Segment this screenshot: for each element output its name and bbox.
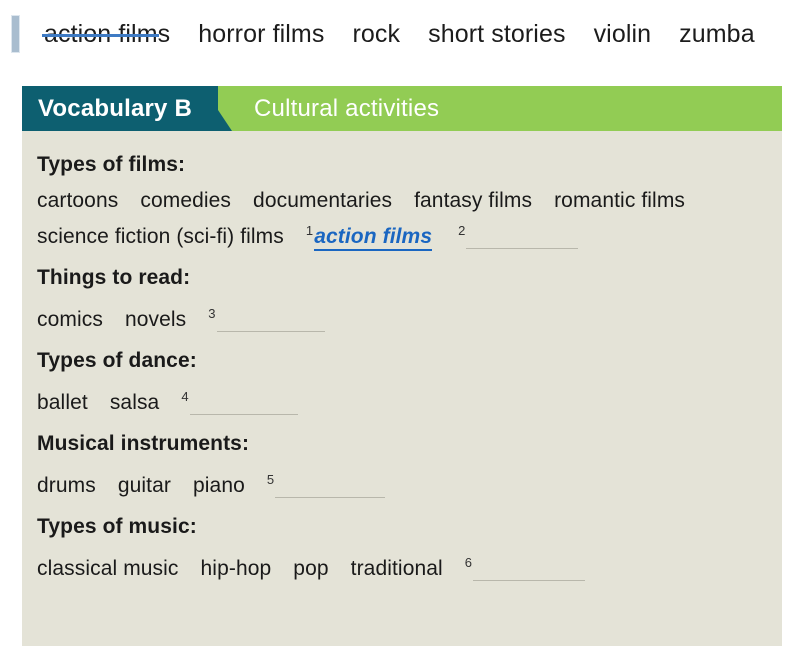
word-bank-marker-icon	[11, 15, 20, 53]
answer-slot-blank-line[interactable]	[216, 331, 325, 332]
vocabulary-group: Types of music: classical music hip-hop pop…	[37, 515, 782, 584]
word-bank-word-list: action films horror films rock short storie…	[44, 20, 755, 49]
answer-slot-value[interactable]: action films	[314, 225, 433, 251]
word-bank-item[interactable]: rock	[352, 20, 400, 49]
word-bank-item-struck-text: action film	[44, 19, 158, 48]
word-bank-item-tail-text: s	[157, 19, 171, 48]
answer-slot-blank-line[interactable]	[466, 248, 579, 249]
answer-slot-number: 5	[266, 472, 275, 487]
vocabulary-group-heading: Musical instruments:	[37, 432, 250, 455]
vocabulary-group: Musical instruments: drums guitar piano 5	[37, 432, 782, 501]
vocabulary-term: traditional	[350, 557, 443, 580]
vocabulary-term: ballet	[37, 391, 88, 414]
answer-slot[interactable]: 3	[208, 299, 325, 335]
vocabulary-term: romantic films	[554, 189, 686, 212]
answer-slot-number: 6	[464, 555, 473, 570]
word-bank-item[interactable]: short stories	[428, 20, 565, 49]
word-bank-item[interactable]: horror films	[198, 20, 324, 49]
vocabulary-group-line: comics novels 3	[37, 299, 782, 335]
answer-slot-blank-line[interactable]	[275, 497, 386, 498]
vocabulary-group: Types of films: cartoons comedies documenta…	[37, 153, 782, 252]
answer-slot[interactable]: 6	[464, 548, 586, 584]
vocabulary-panel: Vocabulary B Cultural activities Types o…	[22, 86, 782, 646]
vocabulary-term: cartoons	[37, 189, 119, 212]
vocabulary-group-heading: Types of music:	[37, 515, 197, 538]
vocabulary-term: classical music	[37, 557, 179, 580]
vocabulary-group-line: drums guitar piano 5	[37, 465, 782, 501]
vocabulary-term: comics	[37, 308, 103, 331]
answer-slot-number: 4	[181, 389, 189, 404]
vocabulary-term: salsa	[109, 391, 160, 414]
word-bank-strip: action films horror films rock short storie…	[0, 0, 792, 68]
word-bank-item[interactable]: zumba	[679, 20, 755, 49]
answer-slot-number: 3	[208, 306, 216, 321]
vocabulary-term: hip-hop	[200, 557, 272, 580]
vocabulary-group: Types of dance: ballet salsa 4	[37, 349, 782, 418]
vocabulary-group-heading: Types of dance:	[37, 349, 197, 372]
vocabulary-term: science fiction (sci-fi) films	[37, 225, 284, 248]
banner-tab-label: Vocabulary B	[38, 95, 193, 122]
answer-slot-number: 2	[458, 223, 466, 238]
vocabulary-content: Types of films: cartoons comedies documenta…	[22, 131, 782, 584]
vocabulary-term: pop	[293, 557, 329, 580]
banner-title: Cultural activities	[254, 95, 440, 122]
vocabulary-group-line: ballet salsa 4	[37, 382, 782, 418]
vocabulary-term: fantasy films	[414, 189, 533, 212]
vocabulary-term: documentaries	[253, 189, 393, 212]
vocabulary-group-heading: Things to read:	[37, 266, 191, 289]
banner-tab-slant-shape	[202, 86, 232, 131]
answer-slot[interactable]: 1action films	[305, 216, 433, 252]
answer-slot-blank-line[interactable]	[473, 580, 586, 581]
vocabulary-term: piano	[193, 474, 245, 497]
answer-slot-number: 1	[305, 223, 314, 238]
vocabulary-group-line: cartoons comedies documentaries fantasy fil…	[37, 186, 782, 216]
word-bank-item[interactable]: action films	[44, 20, 170, 49]
vocabulary-term: guitar	[117, 474, 171, 497]
word-bank-item[interactable]: violin	[594, 20, 652, 49]
answer-slot[interactable]: 4	[181, 382, 298, 418]
vocabulary-group: Things to read: comics novels 3	[37, 266, 782, 335]
vocabulary-term: drums	[37, 474, 96, 497]
panel-banner: Vocabulary B Cultural activities	[22, 86, 782, 131]
vocabulary-group-line: classical music hip-hop pop traditional 6	[37, 548, 782, 584]
vocabulary-group-line: science fiction (sci-fi) films 1action fi…	[37, 216, 782, 252]
vocabulary-term: novels	[124, 308, 187, 331]
answer-slot[interactable]: 5	[266, 465, 386, 501]
answer-slot-blank-line[interactable]	[189, 414, 298, 415]
answer-slot[interactable]: 2	[458, 216, 579, 252]
vocabulary-term: comedies	[140, 189, 232, 212]
vocabulary-group-heading: Types of films:	[37, 153, 186, 176]
